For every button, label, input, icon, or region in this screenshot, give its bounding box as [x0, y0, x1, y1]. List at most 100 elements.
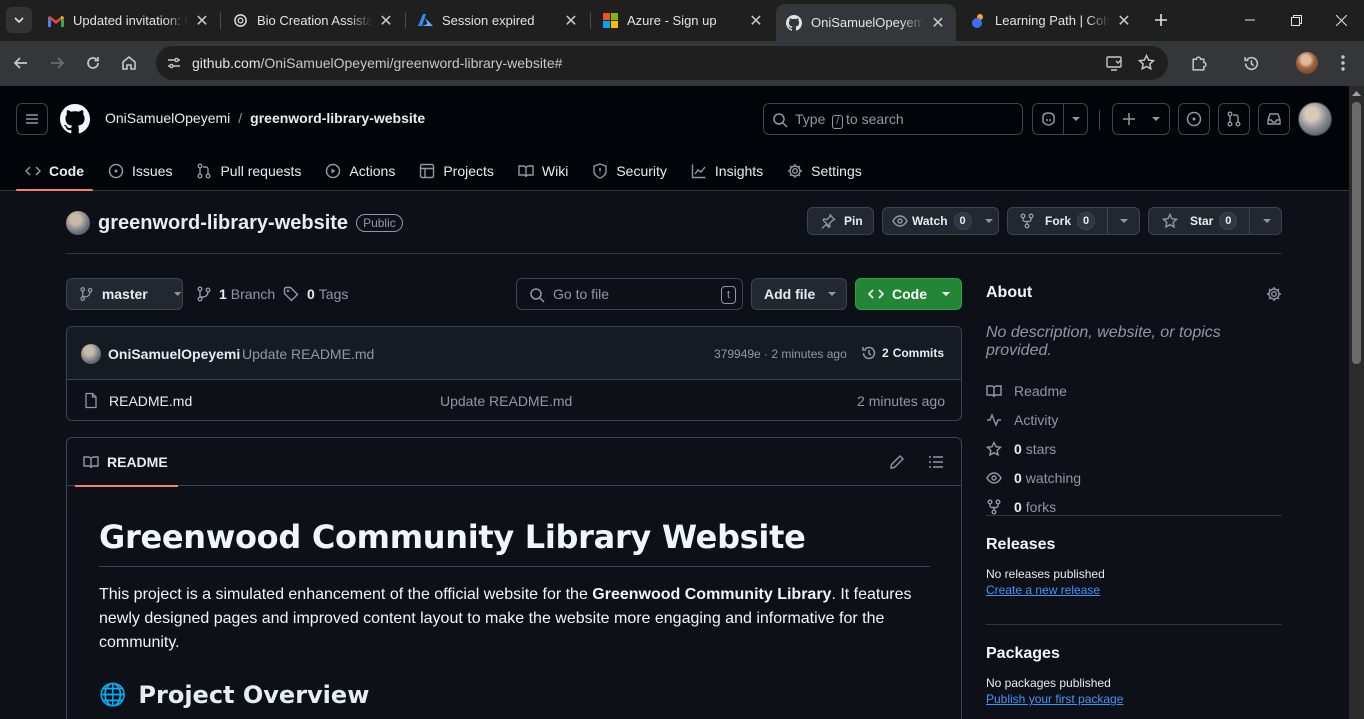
pull-requests-button[interactable] — [1218, 103, 1250, 135]
tab-code[interactable]: Code — [16, 152, 93, 191]
github-logo-icon[interactable] — [60, 104, 90, 134]
scroll-up-icon[interactable] — [1352, 90, 1361, 96]
minimize-button[interactable] — [1227, 0, 1273, 40]
site-info-icon[interactable] — [166, 55, 182, 71]
tab-pull-requests[interactable]: Pull requests — [187, 152, 310, 190]
tab-title: Bio Creation Assistance — [257, 13, 372, 28]
close-window-button[interactable] — [1318, 0, 1364, 40]
avatar[interactable] — [1298, 102, 1332, 136]
inbox-button[interactable] — [1258, 103, 1290, 135]
stars-link[interactable]: 0 stars — [986, 434, 1282, 463]
back-button[interactable] — [8, 50, 34, 76]
code-button[interactable]: Code — [855, 278, 962, 310]
tab-security[interactable]: Security — [583, 152, 676, 190]
caret-down-icon — [942, 292, 950, 296]
watch-count: 0 — [953, 212, 972, 230]
browser-tab-active[interactable]: OniSamuelOpeyemi/greenword ✕ — [776, 4, 956, 41]
file-commit-message[interactable]: Update README.md — [440, 393, 572, 409]
readme-link[interactable]: Readme — [986, 376, 1282, 405]
commit-hash-time[interactable]: 379949e · 2 minutes ago — [714, 347, 847, 361]
tab-actions[interactable]: Actions — [316, 152, 404, 190]
breadcrumb-repo[interactable]: greenword-library-website — [250, 110, 425, 126]
tags-link[interactable]: 0 Tags — [283, 286, 348, 302]
new-tab-button[interactable] — [1150, 9, 1172, 31]
commits-link[interactable]: 2 Commits — [861, 345, 944, 361]
openai-icon — [232, 13, 248, 29]
page-scrollbar[interactable] — [1349, 86, 1364, 719]
global-menu-button[interactable] — [16, 103, 48, 135]
learning-icon — [970, 13, 986, 29]
fork-button[interactable]: Fork 0 — [1007, 207, 1140, 235]
packages-title[interactable]: Packages — [986, 645, 1282, 663]
close-icon[interactable]: ✕ — [194, 13, 210, 30]
close-icon[interactable]: ✕ — [748, 13, 764, 30]
browser-tab[interactable]: Bio Creation Assistance ✕ — [222, 4, 404, 37]
table-row[interactable]: README.md Update README.md 2 minutes ago — [67, 380, 961, 420]
list-unordered-icon[interactable] — [928, 454, 944, 470]
pencil-icon[interactable] — [889, 454, 905, 470]
copilot-button[interactable] — [1032, 103, 1088, 135]
profile-button[interactable] — [1294, 50, 1320, 76]
go-to-file-input[interactable]: Go to file t — [516, 278, 743, 310]
tab-projects[interactable]: Projects — [410, 152, 503, 190]
scrollbar-thumb[interactable] — [1352, 102, 1361, 364]
bookmark-star-icon[interactable] — [1138, 54, 1155, 71]
caret-down-icon[interactable] — [1119, 218, 1129, 224]
browser-tab[interactable]: Session expired ✕ — [407, 4, 589, 37]
gear-icon[interactable] — [1266, 286, 1282, 302]
readme-tab[interactable]: README — [75, 438, 178, 487]
book-icon — [83, 456, 99, 469]
close-icon — [1335, 14, 1347, 26]
branch-select-button[interactable]: master — [66, 278, 183, 310]
extensions-button[interactable] — [1185, 50, 1211, 76]
avatar — [81, 344, 101, 364]
watching-link[interactable]: 0 watching — [986, 463, 1282, 492]
commit-author[interactable]: OniSamuelOpeyemi — [108, 346, 240, 362]
azure-icon — [417, 13, 433, 29]
watch-button[interactable]: Watch 0 — [882, 207, 999, 235]
restore-button[interactable] — [1273, 0, 1319, 40]
close-icon[interactable]: ✕ — [378, 13, 394, 30]
code-icon — [25, 166, 41, 176]
install-app-icon[interactable] — [1106, 55, 1123, 71]
close-icon[interactable]: ✕ — [563, 13, 579, 30]
forward-button[interactable] — [44, 50, 70, 76]
browser-tab[interactable]: Learning Path | Cohort ✕ — [960, 4, 1142, 37]
search-input[interactable]: Type / to search — [763, 103, 1023, 135]
gmail-icon — [48, 13, 64, 29]
activity-link[interactable]: Activity — [986, 405, 1282, 434]
close-icon[interactable]: ✕ — [930, 15, 946, 32]
repo-name[interactable]: greenword-library-website — [98, 212, 348, 235]
add-file-button[interactable]: Add file — [751, 278, 847, 310]
reload-button[interactable] — [80, 50, 106, 76]
breadcrumb-owner[interactable]: OniSamuelOpeyemi — [105, 110, 230, 126]
file-name[interactable]: README.md — [109, 393, 192, 409]
address-bar[interactable]: github.com/OniSamuelOpeyemi/greenword-li… — [156, 46, 1168, 80]
caret-down-icon[interactable] — [1262, 218, 1272, 224]
tab-settings[interactable]: Settings — [778, 152, 871, 190]
issues-button[interactable] — [1178, 103, 1210, 135]
tab-wiki[interactable]: Wiki — [509, 152, 577, 190]
tab-search-button[interactable] — [6, 7, 32, 33]
browser-menu-button[interactable] — [1330, 50, 1356, 76]
issue-icon — [108, 163, 124, 179]
branches-link[interactable]: 1 Branch — [196, 286, 275, 302]
publish-package-link[interactable]: Publish your first package — [986, 692, 1123, 706]
releases-title[interactable]: Releases — [986, 536, 1282, 554]
commit-message[interactable]: Update README.md — [242, 346, 374, 362]
create-new-button[interactable] — [1112, 103, 1170, 135]
pin-button[interactable]: Pin — [807, 207, 874, 235]
browser-tab[interactable]: Azure - Sign up ✕ — [592, 4, 774, 37]
browser-tab[interactable]: Updated invitation: Osemudiame ✕ — [38, 4, 220, 37]
graph-icon — [691, 164, 706, 179]
tab-issues[interactable]: Issues — [99, 152, 181, 190]
create-release-link[interactable]: Create a new release — [986, 583, 1100, 597]
visibility-badge: Public — [356, 214, 403, 232]
history-button[interactable] — [1238, 50, 1264, 76]
readme-panel: README Greenwood Community Library Websi… — [66, 437, 962, 719]
close-icon[interactable]: ✕ — [1116, 13, 1132, 30]
forks-link[interactable]: 0 forks — [986, 492, 1282, 521]
home-button[interactable] — [116, 50, 142, 76]
star-button[interactable]: Star 0 — [1148, 207, 1282, 235]
tab-insights[interactable]: Insights — [682, 152, 772, 190]
